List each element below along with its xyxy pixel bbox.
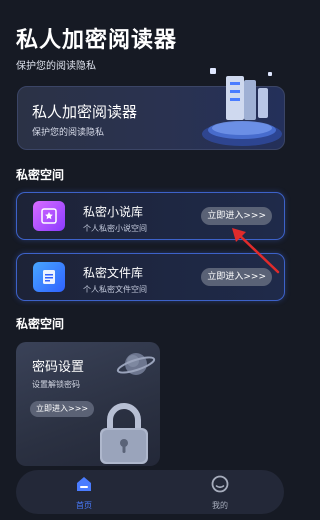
annotation-arrow-icon — [232, 228, 280, 274]
password-setting-enter-button[interactable]: 立即进入>>> — [30, 401, 95, 417]
file-library-title: 私密文件库 — [83, 266, 144, 280]
lock-icon — [100, 403, 148, 464]
novel-library-icon — [33, 201, 65, 231]
file-library-icon — [33, 262, 65, 292]
novel-library-title: 私密小说库 — [83, 205, 144, 219]
bottom-nav-bar: 首页 我的 — [16, 470, 284, 514]
planet-icon — [116, 353, 156, 375]
section-title-private-space-2: 私密空间 — [16, 317, 65, 331]
server-illustration-icon — [202, 68, 282, 146]
novel-library-enter-button[interactable]: 立即进入>>> — [201, 207, 272, 225]
hero-title: 私人加密阅读器 — [32, 103, 138, 121]
section-title-private-space: 私密空间 — [16, 168, 65, 182]
app-title: 私人加密阅读器 — [16, 28, 178, 53]
profile-icon — [211, 475, 229, 493]
nav-item-home[interactable]: 首页 — [64, 474, 104, 511]
home-icon — [77, 477, 91, 491]
password-setting-card[interactable]: 密码设置 设置解锁密码 立即进入>>> — [16, 342, 160, 466]
hero-subtitle: 保护您的阅读隐私 — [32, 128, 105, 138]
nav-label-mine: 我的 — [212, 501, 228, 510]
app-subtitle: 保护您的阅读隐私 — [16, 61, 96, 72]
file-library-subtitle: 个人私密文件空间 — [83, 285, 147, 294]
nav-item-mine[interactable]: 我的 — [200, 474, 240, 511]
novel-library-subtitle: 个人私密小说空间 — [83, 224, 147, 233]
nav-label-home: 首页 — [76, 501, 92, 510]
password-setting-title: 密码设置 — [32, 360, 85, 375]
password-setting-subtitle: 设置解锁密码 — [32, 380, 80, 389]
